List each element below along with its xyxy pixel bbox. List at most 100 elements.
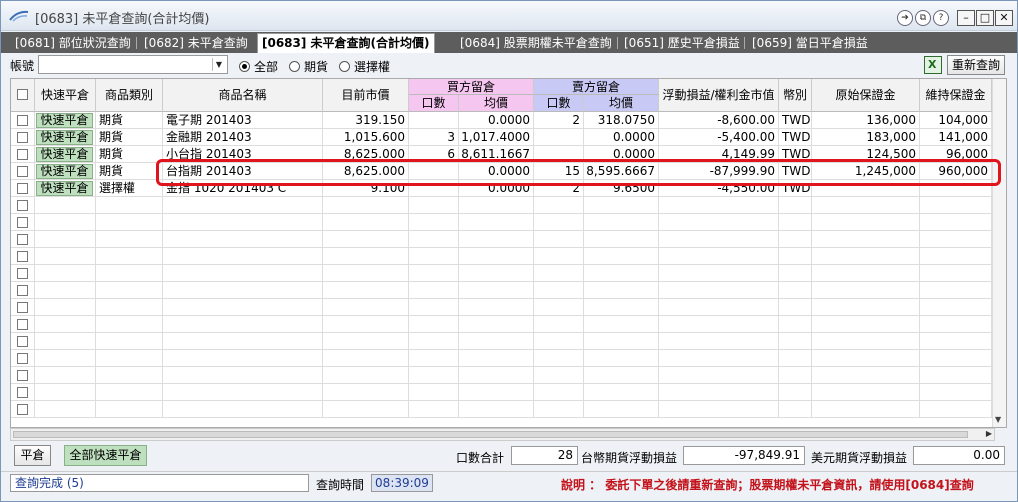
radio-all[interactable]: 全部 bbox=[239, 58, 278, 75]
scroll-down-icon[interactable]: ▼ bbox=[995, 415, 1001, 424]
header-select-all[interactable] bbox=[11, 79, 35, 112]
cell-buy-qty bbox=[409, 299, 459, 316]
maximize-button[interactable]: □ bbox=[976, 10, 994, 26]
row-select-cell bbox=[11, 401, 35, 418]
row-checkbox[interactable] bbox=[17, 319, 28, 330]
cell-mm bbox=[920, 248, 992, 265]
tab-0651[interactable]: [0651] 歷史平倉損益 bbox=[624, 35, 740, 53]
scroll-right-icon[interactable]: ▶ bbox=[986, 429, 992, 438]
tab-0684[interactable]: [0684] 股票期權未平倉查詢 bbox=[460, 35, 612, 53]
radio-dot-icon[interactable] bbox=[239, 61, 250, 72]
cell-product bbox=[163, 197, 323, 214]
header-currency[interactable]: 幣別 bbox=[779, 79, 812, 112]
cell-sell-qty bbox=[534, 197, 584, 214]
quick-close-button[interactable]: 快速平倉 bbox=[36, 130, 93, 145]
header-market-price[interactable]: 目前市價 bbox=[323, 79, 409, 112]
close-position-button[interactable]: 平倉 bbox=[14, 445, 51, 466]
tab-0681[interactable]: [0681] 部位狀況查詢 bbox=[15, 35, 131, 53]
cell-product bbox=[163, 350, 323, 367]
status-bar: 查詢完成 (5) 查詢時間 08:39:09 說明 ： 委託下單之後請重新查詢；… bbox=[1, 471, 1017, 493]
scroll-thumb[interactable] bbox=[13, 431, 968, 438]
tab-0683[interactable]: [0683] 未平倉查詢(合計均價) bbox=[257, 33, 435, 53]
radio-dot-icon[interactable] bbox=[339, 61, 350, 72]
row-checkbox[interactable] bbox=[17, 183, 28, 194]
row-checkbox[interactable] bbox=[17, 404, 28, 415]
quick-close-button[interactable]: 快速平倉 bbox=[36, 113, 93, 128]
row-checkbox[interactable] bbox=[17, 251, 28, 262]
cell-product bbox=[163, 231, 323, 248]
vertical-scrollbar[interactable]: ▼ bbox=[992, 79, 1006, 427]
cell-im bbox=[812, 401, 920, 418]
help-icon[interactable]: ? bbox=[933, 10, 949, 26]
radio-options[interactable]: 選擇權 bbox=[339, 58, 390, 75]
header-product[interactable]: 商品名稱 bbox=[163, 79, 323, 112]
row-checkbox[interactable] bbox=[17, 285, 28, 296]
quick-close-button[interactable]: 快速平倉 bbox=[36, 181, 93, 196]
cell-pl: -4,550.00 bbox=[659, 180, 779, 197]
row-checkbox[interactable] bbox=[17, 353, 28, 364]
row-checkbox[interactable] bbox=[17, 115, 28, 126]
select-all-checkbox[interactable] bbox=[17, 89, 28, 100]
header-sell-group: 賣方留倉 bbox=[534, 79, 659, 95]
close-button[interactable]: ✕ bbox=[995, 10, 1013, 26]
header-sell-qty[interactable]: 口數 bbox=[534, 95, 584, 112]
quick-close-button[interactable]: 快速平倉 bbox=[36, 147, 93, 162]
cell-cur bbox=[779, 231, 812, 248]
tab-0659[interactable]: [0659] 當日平倉損益 bbox=[752, 35, 868, 53]
minimize-button[interactable]: – bbox=[957, 10, 975, 26]
row-select-cell bbox=[11, 282, 35, 299]
row-checkbox[interactable] bbox=[17, 149, 28, 160]
header-initial-margin[interactable]: 原始保證金 bbox=[812, 79, 920, 112]
radio-dot-icon[interactable] bbox=[289, 61, 300, 72]
quick-close-cell bbox=[35, 214, 96, 231]
cell-price bbox=[323, 401, 409, 418]
row-select-cell bbox=[11, 333, 35, 350]
excel-export-icon[interactable] bbox=[924, 56, 942, 74]
tab-0682[interactable]: [0682] 未平倉查詢 bbox=[144, 35, 248, 53]
cell-product: 金指 1020 201403 C bbox=[163, 180, 323, 197]
row-checkbox[interactable] bbox=[17, 370, 28, 381]
cell-im bbox=[812, 299, 920, 316]
row-checkbox[interactable] bbox=[17, 336, 28, 347]
cell-buy-avg: 0.0000 bbox=[459, 112, 534, 129]
header-sell-avg[interactable]: 均價 bbox=[584, 95, 659, 112]
cell-category bbox=[96, 265, 163, 282]
row-checkbox[interactable] bbox=[17, 166, 28, 177]
forward-icon[interactable]: ➔ bbox=[897, 10, 913, 26]
header-buy-qty[interactable]: 口數 bbox=[409, 95, 459, 112]
row-checkbox[interactable] bbox=[17, 268, 28, 279]
header-maint-margin[interactable]: 維持保證金 bbox=[920, 79, 992, 112]
cell-category bbox=[96, 299, 163, 316]
quick-close-cell bbox=[35, 316, 96, 333]
chevron-down-icon[interactable]: ▼ bbox=[212, 58, 225, 71]
cell-sell-avg: 0.0000 bbox=[584, 129, 659, 146]
cell-buy-qty bbox=[409, 231, 459, 248]
cell-sell-avg bbox=[584, 299, 659, 316]
instruction-note: 說明 ： 委託下單之後請重新查詢；股票期權未平倉資訊，請使用[0684]查詢 bbox=[561, 478, 974, 492]
close-all-quick-button[interactable]: 全部快速平倉 bbox=[64, 445, 147, 466]
header-float-pl[interactable]: 浮動損益/權利金市值 bbox=[659, 79, 779, 112]
radio-futures[interactable]: 期貨 bbox=[289, 58, 328, 75]
cell-pl bbox=[659, 197, 779, 214]
header-quick-close[interactable]: 快速平倉 bbox=[35, 79, 96, 112]
row-checkbox[interactable] bbox=[17, 234, 28, 245]
app-logo-icon bbox=[9, 10, 29, 22]
cell-buy-qty bbox=[409, 367, 459, 384]
cell-category bbox=[96, 401, 163, 418]
twd-pl-value: -97,849.91 bbox=[683, 446, 805, 465]
requery-button[interactable]: 重新查詢 bbox=[947, 55, 1005, 75]
row-checkbox[interactable] bbox=[17, 132, 28, 143]
account-select[interactable]: ▼ bbox=[38, 55, 228, 74]
row-checkbox[interactable] bbox=[17, 217, 28, 228]
header-category[interactable]: 商品類別 bbox=[96, 79, 163, 112]
detach-icon[interactable]: ⧉ bbox=[915, 10, 931, 26]
positions-grid: 快速平倉 商品類別 商品名稱 目前市價 買方留倉 口數 均價 賣方留倉 口數 均… bbox=[10, 78, 1007, 428]
cell-mm bbox=[920, 265, 992, 282]
row-checkbox[interactable] bbox=[17, 387, 28, 398]
header-buy-avg[interactable]: 均價 bbox=[459, 95, 534, 112]
quick-close-button[interactable]: 快速平倉 bbox=[36, 164, 93, 179]
row-checkbox[interactable] bbox=[17, 302, 28, 313]
horizontal-scrollbar[interactable]: ▶ bbox=[10, 428, 995, 441]
row-checkbox[interactable] bbox=[17, 200, 28, 211]
usd-pl-label: 美元期貨浮動損益 bbox=[811, 451, 908, 465]
